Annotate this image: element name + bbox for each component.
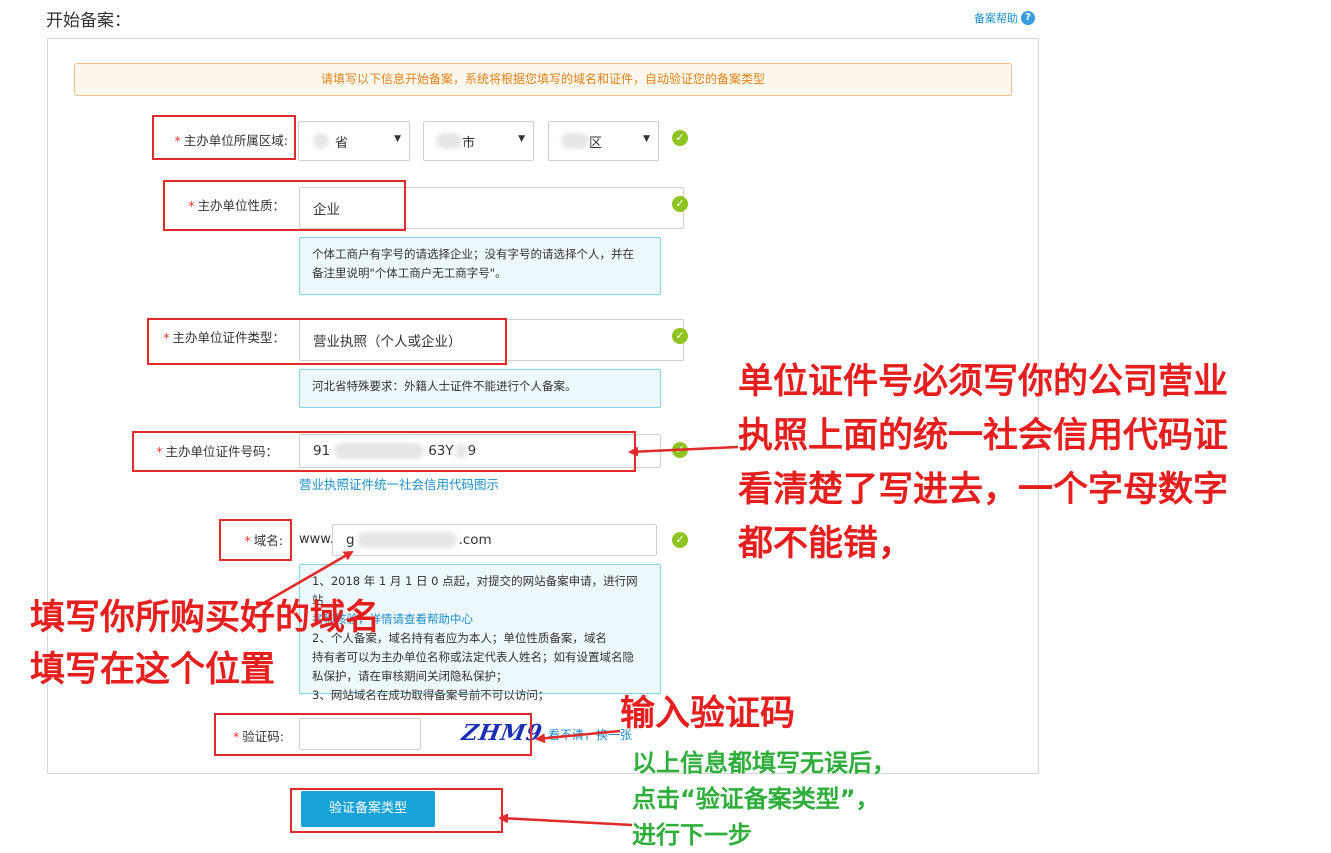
submit-annotation: 以上信息都填写无误后， 点击“验证备案类型”， 进行下一步 (632, 749, 896, 849)
captcha-annotation: 输入验证码 (620, 694, 796, 734)
arrow-icon (535, 729, 621, 744)
domain-annotation: 填写你所购买好的域名 填写在这个位置 (30, 598, 381, 690)
arrow-icon (628, 445, 739, 457)
cert-annotation: 单位证件号必须写你的公司营业 执照上面的统一社会信用代码证 看清楚了写进去，一个… (738, 362, 1229, 564)
arrow-icon (498, 813, 633, 827)
